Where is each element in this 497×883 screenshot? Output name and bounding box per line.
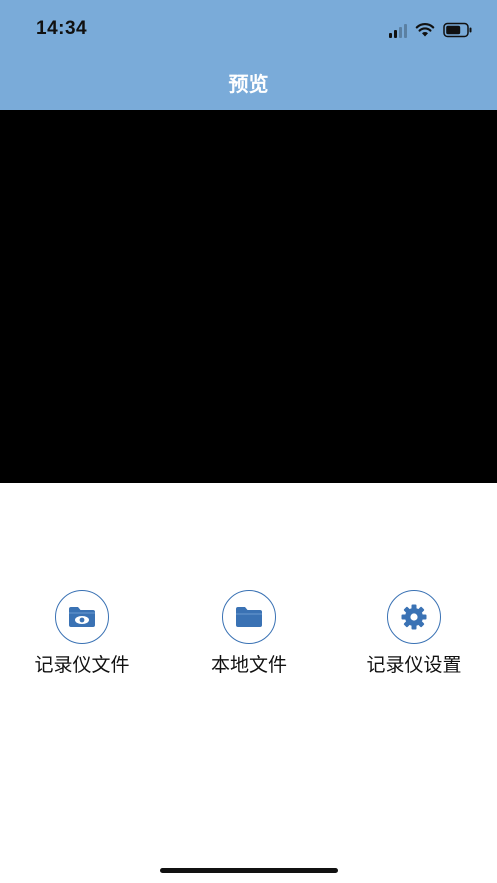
local-files-button[interactable]: 本地文件 — [169, 590, 329, 677]
header-bar: 14:34 预览 — [0, 0, 497, 110]
cellular-signal-icon — [389, 22, 407, 38]
home-indicator[interactable] — [160, 868, 338, 873]
folder-eye-icon — [69, 607, 95, 627]
local-files-icon-circle — [222, 590, 276, 644]
recorder-settings-label: 记录仪设置 — [366, 654, 462, 676]
battery-icon — [443, 22, 472, 38]
recorder-files-icon-circle — [55, 590, 109, 644]
recorder-settings-icon-circle — [387, 590, 441, 644]
recorder-settings-button[interactable]: 记录仪设置 — [334, 590, 494, 677]
status-time: 14:34 — [36, 18, 88, 39]
video-preview[interactable] — [0, 110, 497, 483]
wifi-icon — [415, 23, 435, 37]
status-icons — [389, 20, 473, 40]
page-title: 预览 — [228, 72, 269, 96]
local-files-label: 本地文件 — [210, 654, 287, 676]
action-bar: 记录仪文件 本地文件 记录仪设置 — [0, 590, 497, 690]
recorder-files-label: 记录仪文件 — [34, 654, 130, 676]
recorder-files-button[interactable]: 记录仪文件 — [2, 590, 162, 677]
folder-icon — [236, 607, 262, 627]
gear-icon — [401, 604, 427, 630]
